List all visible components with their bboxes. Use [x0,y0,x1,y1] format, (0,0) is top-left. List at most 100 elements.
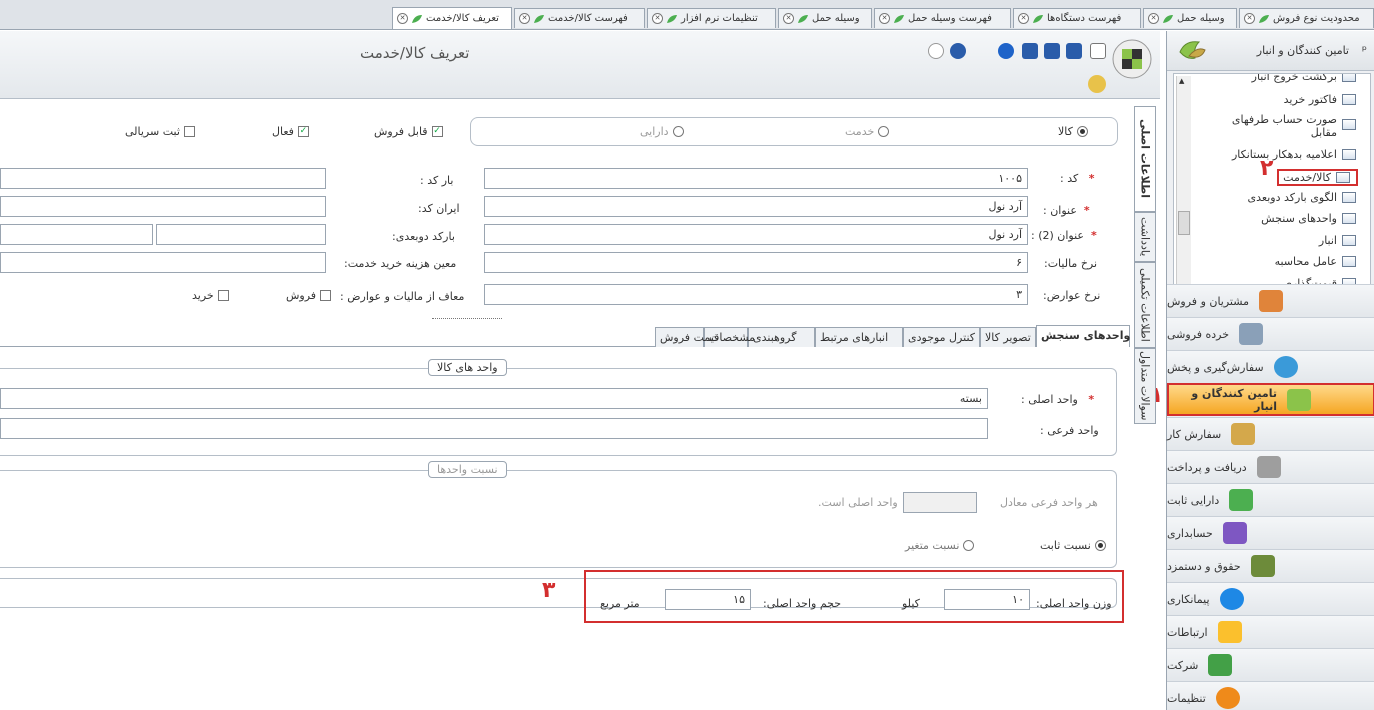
tree-item-calc-factor[interactable]: عامل محاسبه [1275,255,1356,268]
vtab-additional-info[interactable]: اطلاعات تکمیلی [1134,262,1156,348]
annotation-3: ۳ [542,578,556,603]
save-close-icon[interactable] [1022,43,1038,59]
module-label: تامین کنندگان و انبار [1191,386,1277,413]
bag-icon [1256,456,1281,478]
module-orders[interactable]: سفارش‌گیری و پخش [1167,350,1374,383]
tab-vehicle[interactable]: وسیله حمل ✕ [1143,8,1237,28]
close-icon[interactable]: ✕ [519,13,530,24]
service-account-input[interactable] [0,252,326,273]
close-icon[interactable]: ✕ [1018,13,1029,24]
tree-item-2d-barcode-pattern[interactable]: الگوی بارکد دوبعدی [1248,191,1356,204]
tree-item-purchase-invoice[interactable]: فاکتور خرید [1284,93,1356,106]
tree-item-purchase-return[interactable]: برگشت خروج انبار [1252,74,1356,83]
module-accounting[interactable]: حسابداری [1167,516,1374,549]
leaf-icon [1032,14,1044,24]
checkbox-active[interactable]: ✓ فعال [272,125,309,138]
scroll-up-icon[interactable]: ▲ [1179,77,1189,87]
vtab-main-info[interactable]: اطلاعات اصلی [1134,106,1156,212]
barcode-2d-input-2[interactable] [0,224,153,245]
vtab-faq[interactable]: سوالات متداول [1134,348,1156,424]
tree-scrollbar[interactable]: ▲ ▼ [1176,76,1191,302]
weight-input[interactable]: ۱۰ [944,589,1030,610]
radio-label: نسبت ثابت [1040,539,1091,552]
subtab-stock-control[interactable]: کنترل موجودی [903,327,980,347]
tab-item-list[interactable]: فهرست کالا/خدمت ✕ [514,8,645,28]
barcode-input[interactable] [0,168,326,189]
module-suppliers[interactable]: تامین کنندگان و انبار [1167,383,1374,416]
tab-devices-list[interactable]: فهرست دستگاه‌ها ✕ [1013,8,1141,28]
module-treasury[interactable]: دریافت و پرداخت [1167,450,1374,483]
iran-code-input[interactable] [0,196,326,217]
duty-rate-input[interactable]: ۳ [484,284,1028,305]
clock-icon[interactable] [950,43,966,59]
close-icon[interactable]: ✕ [879,13,890,24]
close-icon[interactable]: ✕ [1244,13,1255,24]
tab-item-definition[interactable]: تعریف کالا/خدمت ✕ [392,7,512,29]
subtab-grouping[interactable]: گروهبندی [748,327,815,347]
close-icon[interactable]: ✕ [1148,13,1159,24]
main-unit-input[interactable]: بسته [0,388,988,409]
volume-label: حجم واحد اصلی: [763,597,842,610]
help-icon[interactable] [998,43,1014,59]
code-input[interactable]: ۱۰۰۵ [484,168,1028,189]
module-retail[interactable]: خرده فروشی [1167,317,1374,350]
dropdown-icon[interactable] [928,43,944,59]
scroll-thumb[interactable] [1178,211,1190,235]
tab-sale-type-limit[interactable]: محدودیت نوع فروش ✕ [1239,8,1374,28]
close-icon[interactable]: ✕ [783,13,794,24]
close-icon[interactable]: ✕ [397,13,408,24]
tree-item-debit-credit-notice[interactable]: اعلامیه بدهکار بستانکار [1232,148,1356,161]
tree-item-goods-service[interactable]: کالا/خدمت [1277,169,1358,186]
module-label: پیمانکاری [1167,592,1210,606]
module-work-order[interactable]: سفارش کار [1167,417,1374,450]
splitter-grip[interactable] [432,318,502,324]
save-new-icon[interactable] [1044,43,1060,59]
tab-vehicle-2[interactable]: وسیله حمل ✕ [778,8,872,28]
service-account-label: معین هزینه خرید خدمت: [344,257,457,270]
tax-rate-input[interactable]: ۶ [484,252,1028,273]
checkbox-exempt-sale[interactable]: فروش [286,289,332,302]
radio-asset[interactable]: دارایی [640,125,684,138]
tree-item-counterparty-statement[interactable]: صورت حساب طرفهای مقابل [1206,113,1356,139]
subtab-related-warehouses[interactable]: انبارهای مرتبط [815,327,903,347]
navigation-pane: ᵖ تامین کنندگان و انبار ▲ ▼ برگشت خروج ا… [1166,31,1374,710]
radio-service[interactable]: خدمت [845,125,890,138]
barcode-2d-input-1[interactable] [156,224,326,245]
module-payroll[interactable]: حقوق و دستمزد [1167,549,1374,582]
attach-icon[interactable] [1088,75,1106,93]
module-settings[interactable]: تنظیمات [1167,681,1374,710]
radio-variable-ratio[interactable]: نسبت متغیر [905,539,975,552]
checkbox-exempt-purchase[interactable]: خرید [192,289,229,302]
tab-label: وسیله حمل [1177,13,1225,24]
ratio-pre-text: هر واحد فرعی معادل [1000,496,1098,509]
checkbox-serial[interactable]: ثبت سریالی [125,125,195,138]
subtab-image[interactable]: تصویر کالا [980,327,1036,347]
save-icon[interactable] [1066,43,1082,59]
module-fixed-assets[interactable]: دارایی ثابت [1167,483,1374,516]
tab-software-settings[interactable]: تنظیمات نرم افزار ✕ [647,8,776,28]
radio-fixed-ratio[interactable]: نسبت ثابت [1040,539,1106,552]
close-icon[interactable]: ✕ [652,13,663,24]
subtab-units[interactable]: واحدهای سنجش [1036,325,1130,347]
module-label: سفارش‌گیری و پخش [1167,360,1264,374]
radio-goods[interactable]: کالا [1058,125,1088,138]
title-input[interactable]: آرد نول [484,196,1028,217]
subtab-sale-price[interactable]: قیمت فروش [655,327,719,347]
volume-input[interactable]: ۱۵ [665,589,751,610]
tree-item-units[interactable]: واحدهای سنجش [1261,212,1356,225]
sub-unit-input[interactable] [0,418,988,439]
pin-icon[interactable]: ᵖ [1362,43,1367,57]
weight-unit: کیلو [902,597,920,610]
module-communications[interactable]: ارتباطات [1167,615,1374,648]
tab-vehicle-list[interactable]: فهرست وسیله حمل ✕ [874,8,1011,28]
title2-input[interactable]: آرد نول [484,224,1028,245]
checkbox-sellable[interactable]: ✓ قابل فروش [374,125,443,138]
module-contracting[interactable]: پیمانکاری [1167,582,1374,615]
module-sales[interactable]: مشتریان و فروش [1167,284,1374,317]
leaf-icon [797,14,809,24]
ratio-input[interactable] [903,492,977,513]
module-company[interactable]: شرکت [1167,648,1374,681]
new-document-icon[interactable] [1090,43,1106,59]
tree-item-warehouse[interactable]: انبار [1319,234,1356,247]
vtab-notes[interactable]: یادداشت [1134,212,1156,262]
